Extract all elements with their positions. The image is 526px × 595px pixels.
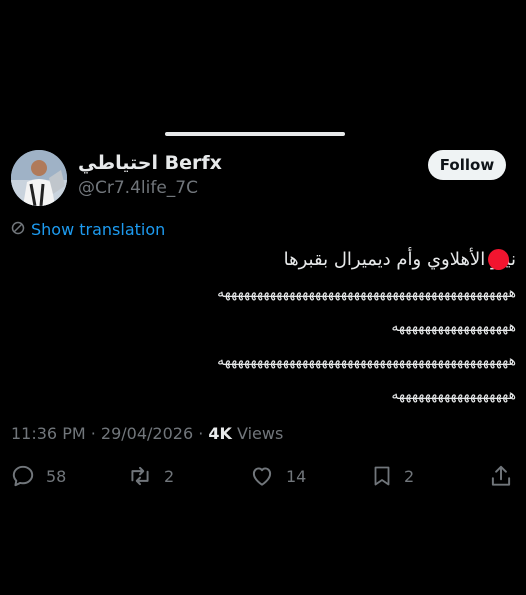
tweet-line-4: هههههههههههههههههههههههههههههههههههههههه… [217,353,516,369]
show-translation-link[interactable]: Show translation [11,220,165,239]
tweet-line-5: ههههههههههههههههههه [391,387,516,403]
avatar[interactable] [11,150,67,206]
like-button[interactable]: 14 [248,458,306,494]
red-dot-marker [488,249,509,270]
share-button[interactable] [488,458,514,494]
like-icon [248,463,276,489]
display-name[interactable]: احتياطي Berfx [78,152,222,174]
tweet-meta: 11:36 PM · 29/04/2026 · 4K Views [11,424,283,443]
bookmark-count: 2 [404,466,415,486]
translate-icon [11,220,25,239]
tweet-line-3: ههههههههههههههههههه [391,319,516,335]
action-bar: 58 2 14 2 [0,458,526,494]
views-label: Views [231,424,284,443]
show-translation-label: Show translation [31,220,166,239]
like-count: 14 [286,466,307,486]
tweet-timestamp[interactable]: 11:36 PM · 29/04/2026 · [11,424,208,443]
sheet-grab-handle[interactable] [165,132,345,136]
reply-icon [10,463,36,489]
bookmark-button[interactable]: 2 [370,458,414,494]
user-handle[interactable]: @Cr7.4life_7C [78,178,198,198]
repost-icon [126,463,154,489]
follow-button[interactable]: Follow [428,150,506,180]
tweet-line-2: هههههههههههههههههههههههههههههههههههههههه… [217,285,516,301]
reply-button[interactable]: 58 [10,458,66,494]
share-icon [488,463,514,489]
tweet-line-1: نيـو الأهلاوي وأم ديميرال بقبرها [283,249,516,270]
bookmark-icon [370,463,394,489]
tweet-text: نيـو الأهلاوي وأم ديميرال بقبرها ههههههه… [12,244,516,412]
repost-button[interactable]: 2 [126,458,174,494]
views-count: 4K [208,424,232,443]
repost-count: 2 [164,466,175,486]
reply-count: 58 [46,466,67,486]
